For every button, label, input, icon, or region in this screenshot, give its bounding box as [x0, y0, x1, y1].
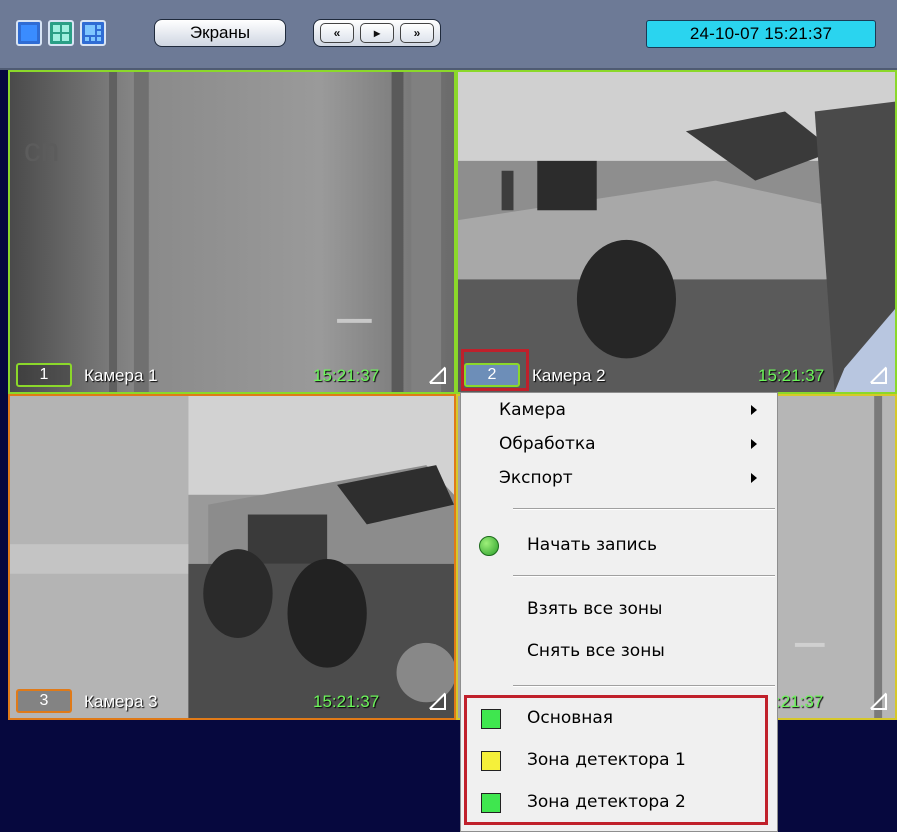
prev-button[interactable]: «	[320, 23, 354, 43]
svg-text:cn: cn	[24, 132, 60, 169]
layout-2x2-button[interactable]	[48, 20, 74, 46]
playback-controls: « ▸ »	[313, 19, 441, 47]
camera-1-name: Камера 1	[84, 366, 158, 385]
camera-1-time: 15:21:37	[313, 366, 380, 385]
highlight-camera-number	[461, 349, 529, 391]
camera-3-number[interactable]: 3	[16, 689, 72, 713]
menu-item-processing[interactable]: Обработка	[461, 431, 777, 457]
menu-item-start-recording[interactable]: Начать запись	[461, 529, 777, 563]
camera-1-view[interactable]: cn 1 Камера 1 15:21:37	[8, 70, 456, 394]
date-time-display: 24-10-07 15:21:37	[646, 20, 876, 48]
menu-item-start-recording-label: Начать запись	[527, 535, 657, 555]
camera-2-image	[458, 72, 895, 392]
menu-separator	[513, 685, 775, 687]
submenu-arrow-icon	[751, 439, 757, 449]
menu-separator	[513, 508, 775, 510]
camera-2-time: 15:21:37	[758, 366, 825, 385]
camera-1-footer: 1 Камера 1 15:21:37	[10, 358, 454, 392]
menu-item-disarm-all[interactable]: Снять все зоны	[461, 637, 777, 667]
camera-1-number[interactable]: 1	[16, 363, 72, 387]
camera-4-time: :21:37	[776, 692, 824, 711]
menu-item-export[interactable]: Экспорт	[461, 465, 777, 491]
menu-item-arm-all[interactable]: Взять все зоны	[461, 595, 777, 625]
submenu-arrow-icon	[751, 405, 757, 415]
screens-button[interactable]: Экраны	[154, 19, 286, 47]
next-button[interactable]: »	[400, 23, 434, 43]
camera-3-view[interactable]: 3 Камера 3 15:21:37	[8, 394, 456, 720]
record-icon	[479, 536, 499, 556]
resize-corner-icon[interactable]	[430, 368, 446, 384]
layout-1plus5-button[interactable]	[80, 20, 106, 46]
camera-3-time: 15:21:37	[313, 692, 380, 711]
camera-1-image: cn	[10, 72, 454, 392]
toolbar: Экраны « ▸ » 24-10-07 15:21:37	[0, 0, 897, 70]
menu-separator	[513, 575, 775, 577]
layout-1x1-button[interactable]	[16, 20, 42, 46]
resize-corner-icon[interactable]	[871, 368, 887, 384]
menu-item-disarm-all-label: Снять все зоны	[527, 641, 665, 661]
camera-3-image	[10, 396, 454, 718]
highlight-zones	[464, 695, 768, 825]
resize-corner-icon[interactable]	[871, 694, 887, 710]
camera-2-name: Камера 2	[532, 366, 606, 385]
menu-item-camera-label: Камера	[499, 400, 566, 420]
camera-2-view[interactable]: 2 Камера 2 15:21:37	[456, 70, 897, 394]
menu-item-processing-label: Обработка	[499, 434, 596, 454]
menu-item-camera[interactable]: Камера	[461, 397, 777, 423]
menu-item-export-label: Экспорт	[499, 468, 573, 488]
submenu-arrow-icon	[751, 473, 757, 483]
play-button[interactable]: ▸	[360, 23, 394, 43]
menu-item-arm-all-label: Взять все зоны	[527, 599, 663, 619]
camera-3-name: Камера 3	[84, 692, 158, 711]
camera-3-footer: 3 Камера 3 15:21:37	[10, 684, 454, 718]
resize-corner-icon[interactable]	[430, 694, 446, 710]
